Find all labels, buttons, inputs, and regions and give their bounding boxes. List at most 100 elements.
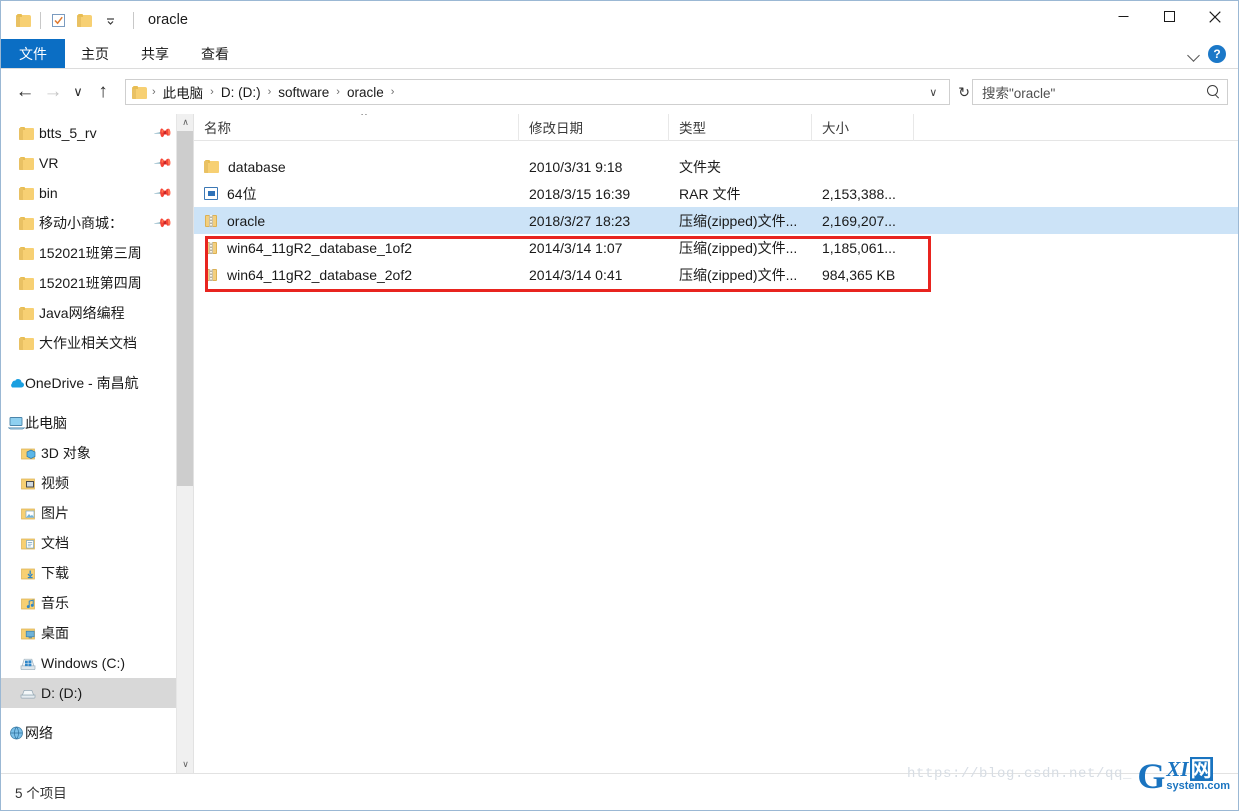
pin-icon[interactable]: 📌	[153, 123, 173, 143]
back-button[interactable]: ←	[11, 78, 39, 106]
pin-icon[interactable]: 📌	[153, 183, 173, 203]
sidebar-item-btts_5_rv[interactable]: btts_5_rv 📌	[1, 118, 193, 148]
sidebar-item-downloads[interactable]: 下载	[1, 558, 193, 588]
search-icon[interactable]	[1207, 85, 1221, 99]
window-controls	[1100, 1, 1238, 39]
table-row[interactable]: database 2010/3/31 9:18 文件夹	[194, 153, 1238, 180]
sidebar-item-label: Windows (C:)	[41, 655, 126, 671]
documents-icon	[19, 535, 37, 551]
column-header-size[interactable]: 大小	[812, 114, 914, 141]
folder-icon	[17, 305, 35, 321]
chevron-down-icon[interactable]	[1186, 46, 1202, 62]
file-explorer-window: oracle 文件 主页 共享 查看 ? ← → ∨ ↑ › 此电脑 › D: …	[0, 0, 1239, 811]
column-header-label: 类型	[679, 121, 706, 136]
tab-view[interactable]: 查看	[185, 39, 245, 68]
sidebar-item-this-pc[interactable]: 此电脑	[1, 408, 193, 438]
tab-home[interactable]: 主页	[65, 39, 125, 68]
zip-folder-icon	[204, 268, 218, 282]
sidebar-item-label: 图片	[41, 505, 69, 521]
sidebar-item-onedrive[interactable]: OneDrive - 南昌航	[1, 368, 193, 398]
maximize-button[interactable]	[1146, 1, 1192, 32]
sidebar-item-mobile-mall[interactable]: 移动小商城： 📌	[1, 208, 193, 238]
tab-file[interactable]: 文件	[1, 39, 65, 68]
sidebar-item-drive-d[interactable]: D: (D:)	[1, 678, 193, 708]
close-button[interactable]	[1192, 1, 1238, 32]
sidebar-item-3d-objects[interactable]: 3D 对象	[1, 438, 193, 468]
address-dropdown-icon[interactable]: ∨	[923, 86, 943, 99]
list-top-spacer	[194, 141, 1238, 153]
breadcrumb-drive-d[interactable]: D: (D:)	[219, 85, 263, 100]
properties-icon[interactable]	[45, 7, 71, 33]
cell-date: 2018/3/15 16:39	[529, 185, 631, 202]
cell-date: 2014/3/14 0:41	[529, 266, 623, 283]
search-input[interactable]: 搜索"oracle"	[972, 79, 1228, 105]
new-folder-icon[interactable]	[71, 7, 97, 33]
folder-icon	[17, 215, 35, 231]
breadcrumb-separator: ›	[152, 86, 156, 98]
cell-name: oracle	[194, 207, 519, 234]
refresh-button[interactable]: ↻	[958, 84, 972, 101]
cell-type: 压缩(zipped)文件...	[679, 239, 798, 256]
sidebar-item-pictures[interactable]: 图片	[1, 498, 193, 528]
column-header-date[interactable]: 修改日期	[519, 114, 669, 141]
sidebar-item-label: 152021班第四周	[39, 275, 142, 291]
column-header-name[interactable]: 名称 ∧	[194, 114, 519, 141]
table-row[interactable]: 64位 2018/3/15 16:39 RAR 文件 2,153,388...	[194, 180, 1238, 207]
sidebar-scrollbar[interactable]: ∧ ∨	[176, 114, 193, 773]
table-row[interactable]: win64_11gR2_database_1of2 2014/3/14 1:07…	[194, 234, 1238, 261]
column-header-type[interactable]: 类型	[669, 114, 812, 141]
table-row[interactable]: win64_11gR2_database_2of2 2014/3/14 0:41…	[194, 261, 1238, 288]
sidebar-section-gap	[1, 708, 193, 718]
sidebar-item-music[interactable]: 音乐	[1, 588, 193, 618]
sidebar-scrollbar-thumb[interactable]	[177, 131, 193, 486]
pin-icon[interactable]: 📌	[153, 153, 173, 173]
cell-name: win64_11gR2_database_1of2	[194, 234, 519, 261]
quick-access-toolbar: oracle	[1, 1, 188, 39]
sidebar-item-java-network[interactable]: Java网络编程	[1, 298, 193, 328]
breadcrumb-this-pc[interactable]: 此电脑	[161, 82, 206, 102]
music-icon	[19, 595, 37, 611]
breadcrumb-software[interactable]: software	[276, 85, 331, 100]
help-icon[interactable]: ?	[1208, 44, 1226, 63]
title-divider	[133, 11, 134, 29]
sidebar-item-desktop[interactable]: 桌面	[1, 618, 193, 648]
recent-locations-button[interactable]: ∨	[67, 78, 89, 106]
ribbon-right-controls: ?	[1186, 39, 1238, 68]
cell-size: 984,365 KB	[822, 266, 896, 283]
folder-icon[interactable]	[10, 7, 36, 33]
sidebar-item-class-week4[interactable]: 152021班第四周	[1, 268, 193, 298]
sidebar-item-label: 音乐	[41, 595, 69, 611]
sidebar-item-documents[interactable]: 文档	[1, 528, 193, 558]
cell-size: 1,185,061...	[822, 239, 896, 256]
forward-button[interactable]: →	[39, 78, 67, 106]
scroll-up-arrow-icon[interactable]: ∧	[177, 114, 193, 131]
address-bar[interactable]: › 此电脑 › D: (D:) › software › oracle › ∨	[125, 79, 951, 105]
sidebar-item-vr[interactable]: VR 📌	[1, 148, 193, 178]
sidebar-item-windows-c[interactable]: Windows (C:)	[1, 648, 193, 678]
pin-icon[interactable]: 📌	[153, 213, 173, 233]
column-header-label: 大小	[822, 121, 849, 136]
folder-icon	[17, 275, 35, 291]
sidebar-item-videos[interactable]: 视频	[1, 468, 193, 498]
minimize-button[interactable]	[1100, 1, 1146, 32]
sidebar-scrollbar-track[interactable]	[177, 486, 193, 756]
network-icon	[7, 725, 25, 741]
tab-share[interactable]: 共享	[125, 39, 185, 68]
sidebar-item-bin[interactable]: bin 📌	[1, 178, 193, 208]
explorer-body: btts_5_rv 📌 VR 📌 bin 📌 移动小商城： 📌 152021班第…	[1, 114, 1238, 773]
cell-type: 压缩(zipped)文件...	[679, 266, 798, 283]
sidebar-item-network[interactable]: 网络	[1, 718, 193, 748]
sidebar-item-big-homework-docs[interactable]: 大作业相关文档	[1, 328, 193, 358]
folder-icon	[17, 125, 35, 141]
downloads-icon	[19, 565, 37, 581]
cell-name: 64位	[194, 180, 519, 207]
up-button[interactable]: ↑	[89, 78, 117, 106]
rar-file-icon	[204, 187, 218, 200]
breadcrumb-oracle[interactable]: oracle	[345, 85, 386, 100]
scroll-down-arrow-icon[interactable]: ∨	[177, 756, 193, 773]
customize-dropdown-icon[interactable]	[97, 7, 123, 33]
sidebar-item-class-week3[interactable]: 152021班第三周	[1, 238, 193, 268]
table-row[interactable]: oracle 2018/3/27 18:23 压缩(zipped)文件... 2…	[194, 207, 1238, 234]
onedrive-cloud-icon	[7, 375, 25, 391]
sidebar-section-gap	[1, 398, 193, 408]
